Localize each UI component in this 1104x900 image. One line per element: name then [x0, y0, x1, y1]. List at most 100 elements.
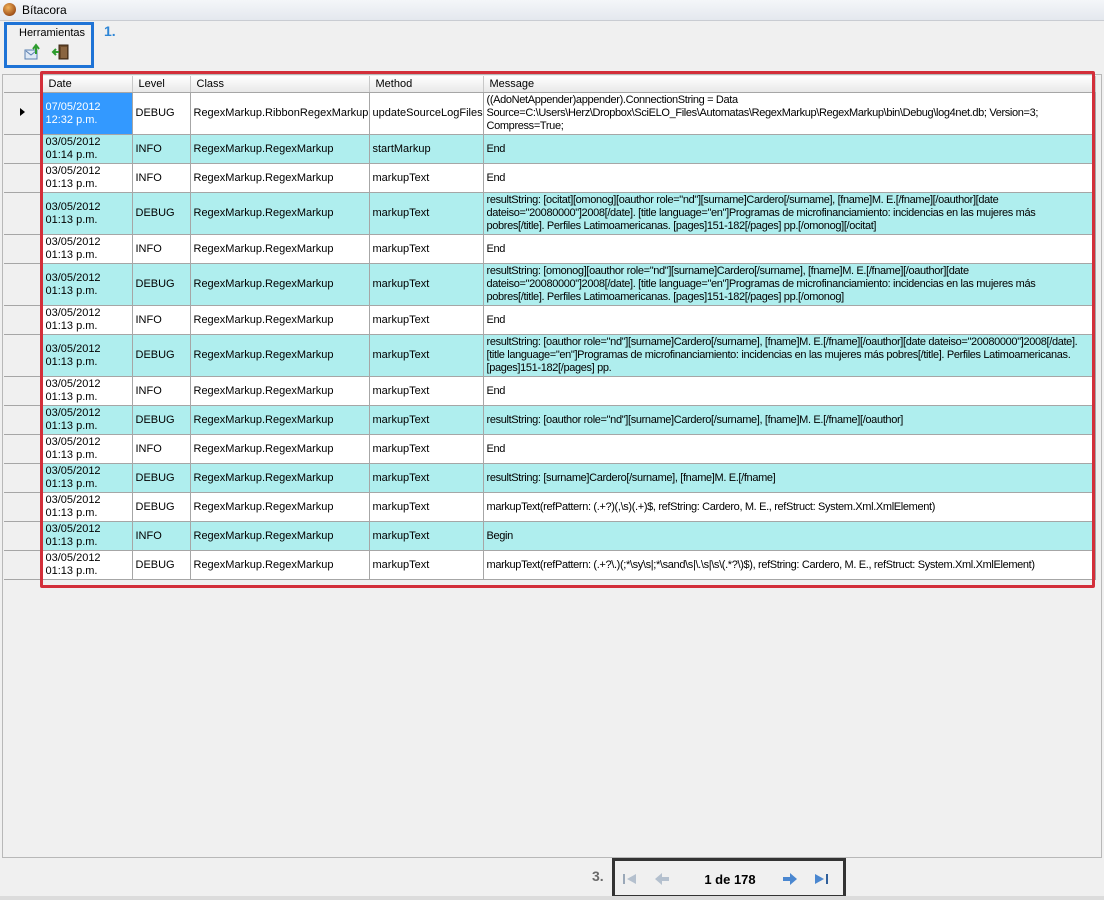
cell-level[interactable]: DEBUG — [132, 263, 191, 306]
cell-method[interactable]: markupText — [369, 334, 484, 377]
exit-button[interactable] — [51, 42, 71, 62]
column-header-method[interactable]: Method — [369, 76, 484, 93]
cell-level[interactable]: INFO — [132, 521, 191, 551]
cell-class[interactable]: RegexMarkup.RegexMarkup — [190, 192, 370, 235]
cell-date[interactable]: 03/05/2012 01:13 p.m. — [42, 463, 133, 493]
cell-date[interactable]: 03/05/2012 01:13 p.m. — [42, 334, 133, 377]
cell-message[interactable]: End — [483, 134, 1096, 164]
cell-class[interactable]: RegexMarkup.RegexMarkup — [190, 492, 370, 522]
cell-message[interactable]: Begin — [483, 521, 1096, 551]
cell-level[interactable]: INFO — [132, 305, 191, 335]
cell-method[interactable]: markupText — [369, 263, 484, 306]
cell-method[interactable]: markupText — [369, 434, 484, 464]
cell-date[interactable]: 07/05/2012 12:32 p.m. — [42, 92, 133, 135]
cell-class[interactable]: RegexMarkup.RegexMarkup — [190, 434, 370, 464]
table-row[interactable]: 03/05/2012 01:13 p.m. DEBUG RegexMarkup.Reg… — [4, 550, 1096, 580]
row-header[interactable] — [4, 263, 43, 306]
cell-level[interactable]: INFO — [132, 234, 191, 264]
table-row[interactable]: 03/05/2012 01:13 p.m. DEBUG RegexMarkup.Reg… — [4, 463, 1096, 493]
table-row[interactable]: 03/05/2012 01:13 p.m. DEBUG RegexMarkup.Reg… — [4, 492, 1096, 522]
cell-date[interactable]: 03/05/2012 01:13 p.m. — [42, 163, 133, 193]
cell-date[interactable]: 03/05/2012 01:13 p.m. — [42, 263, 133, 306]
row-header[interactable] — [4, 163, 43, 193]
cell-message[interactable]: resultString: [oauthor role="nd"][surnam… — [483, 405, 1096, 435]
cell-date[interactable]: 03/05/2012 01:13 p.m. — [42, 405, 133, 435]
table-row[interactable]: 03/05/2012 01:13 p.m. INFO RegexMarkup.Rege… — [4, 376, 1096, 406]
cell-date[interactable]: 03/05/2012 01:13 p.m. — [42, 492, 133, 522]
cell-class[interactable]: RegexMarkup.RegexMarkup — [190, 463, 370, 493]
cell-method[interactable]: markupText — [369, 550, 484, 580]
cell-level[interactable]: DEBUG — [132, 334, 191, 377]
cell-class[interactable]: RegexMarkup.RegexMarkup — [190, 163, 370, 193]
row-header[interactable] — [4, 305, 43, 335]
table-row[interactable]: 03/05/2012 01:13 p.m. DEBUG RegexMarkup.Reg… — [4, 334, 1096, 377]
table-row[interactable]: 03/05/2012 01:13 p.m. DEBUG RegexMarkup.Reg… — [4, 263, 1096, 306]
cell-method[interactable]: updateSourceLogFiles — [369, 92, 484, 135]
cell-level[interactable]: DEBUG — [132, 405, 191, 435]
cell-message[interactable]: resultString: [oauthor role="nd"][surnam… — [483, 334, 1096, 377]
column-header-class[interactable]: Class — [190, 76, 370, 93]
row-header[interactable] — [4, 134, 43, 164]
row-header[interactable] — [4, 234, 43, 264]
row-header[interactable] — [4, 334, 43, 377]
table-row[interactable]: 03/05/2012 01:13 p.m. INFO RegexMarkup.Rege… — [4, 305, 1096, 335]
table-row[interactable]: 07/05/2012 12:32 p.m. DEBUG RegexMarkup.Rib… — [4, 92, 1096, 135]
table-row[interactable]: 03/05/2012 01:13 p.m. INFO RegexMarkup.Rege… — [4, 163, 1096, 193]
table-row[interactable]: 03/05/2012 01:13 p.m. INFO RegexMarkup.Rege… — [4, 434, 1096, 464]
column-header-level[interactable]: Level — [132, 76, 191, 93]
cell-class[interactable]: RegexMarkup.RegexMarkup — [190, 305, 370, 335]
table-row[interactable]: 03/05/2012 01:13 p.m. INFO RegexMarkup.Rege… — [4, 521, 1096, 551]
last-page-button[interactable] — [813, 871, 831, 887]
cell-method[interactable]: markupText — [369, 305, 484, 335]
cell-level[interactable]: DEBUG — [132, 463, 191, 493]
cell-class[interactable]: RegexMarkup.RegexMarkup — [190, 376, 370, 406]
cell-date[interactable]: 03/05/2012 01:13 p.m. — [42, 234, 133, 264]
row-header[interactable] — [4, 521, 43, 551]
cell-method[interactable]: markupText — [369, 463, 484, 493]
cell-class[interactable]: RegexMarkup.RegexMarkup — [190, 405, 370, 435]
cell-class[interactable]: RegexMarkup.RegexMarkup — [190, 234, 370, 264]
cell-message[interactable]: End — [483, 305, 1096, 335]
row-header[interactable] — [4, 550, 43, 580]
row-header[interactable] — [4, 376, 43, 406]
table-row[interactable]: 03/05/2012 01:13 p.m. DEBUG RegexMarkup.Reg… — [4, 405, 1096, 435]
column-header-date[interactable]: Date — [42, 76, 133, 93]
table-row[interactable]: 03/05/2012 01:13 p.m. INFO RegexMarkup.Rege… — [4, 234, 1096, 264]
cell-level[interactable]: DEBUG — [132, 192, 191, 235]
cell-class[interactable]: RegexMarkup.RegexMarkup — [190, 134, 370, 164]
table-row[interactable]: 03/05/2012 01:14 p.m. INFO RegexMarkup.Rege… — [4, 134, 1096, 164]
cell-message[interactable]: resultString: [omonog][oauthor role="nd"… — [483, 263, 1096, 306]
cell-message[interactable]: resultString: [surname]Cardero[/surname]… — [483, 463, 1096, 493]
cell-method[interactable]: markupText — [369, 163, 484, 193]
cell-message[interactable]: End — [483, 376, 1096, 406]
cell-level[interactable]: INFO — [132, 434, 191, 464]
cell-level[interactable]: INFO — [132, 134, 191, 164]
cell-level[interactable]: DEBUG — [132, 550, 191, 580]
previous-page-button[interactable] — [653, 871, 671, 887]
cell-level[interactable]: INFO — [132, 163, 191, 193]
cell-class[interactable]: RegexMarkup.RegexMarkup — [190, 550, 370, 580]
cell-level[interactable]: INFO — [132, 376, 191, 406]
cell-class[interactable]: RegexMarkup.RegexMarkup — [190, 263, 370, 306]
cell-method[interactable]: markupText — [369, 492, 484, 522]
cell-method[interactable]: markupText — [369, 192, 484, 235]
cell-date[interactable]: 03/05/2012 01:14 p.m. — [42, 134, 133, 164]
cell-date[interactable]: 03/05/2012 01:13 p.m. — [42, 434, 133, 464]
cell-method[interactable]: markupText — [369, 376, 484, 406]
cell-level[interactable]: DEBUG — [132, 492, 191, 522]
row-header[interactable] — [4, 463, 43, 493]
cell-message[interactable]: markupText(refPattern: (.+?\.)(;*\sy\s|;… — [483, 550, 1096, 580]
cell-message[interactable]: End — [483, 163, 1096, 193]
row-header[interactable] — [4, 405, 43, 435]
cell-class[interactable]: RegexMarkup.RegexMarkup — [190, 334, 370, 377]
cell-message[interactable]: End — [483, 434, 1096, 464]
cell-level[interactable]: DEBUG — [132, 92, 191, 135]
cell-method[interactable]: startMarkup — [369, 134, 484, 164]
cell-message[interactable]: End — [483, 234, 1096, 264]
cell-message[interactable]: resultString: [ocitat][omonog][oauthor r… — [483, 192, 1096, 235]
cell-method[interactable]: markupText — [369, 234, 484, 264]
export-button[interactable] — [23, 42, 43, 62]
row-header[interactable] — [4, 192, 43, 235]
row-header[interactable] — [4, 92, 43, 135]
cell-method[interactable]: markupText — [369, 521, 484, 551]
